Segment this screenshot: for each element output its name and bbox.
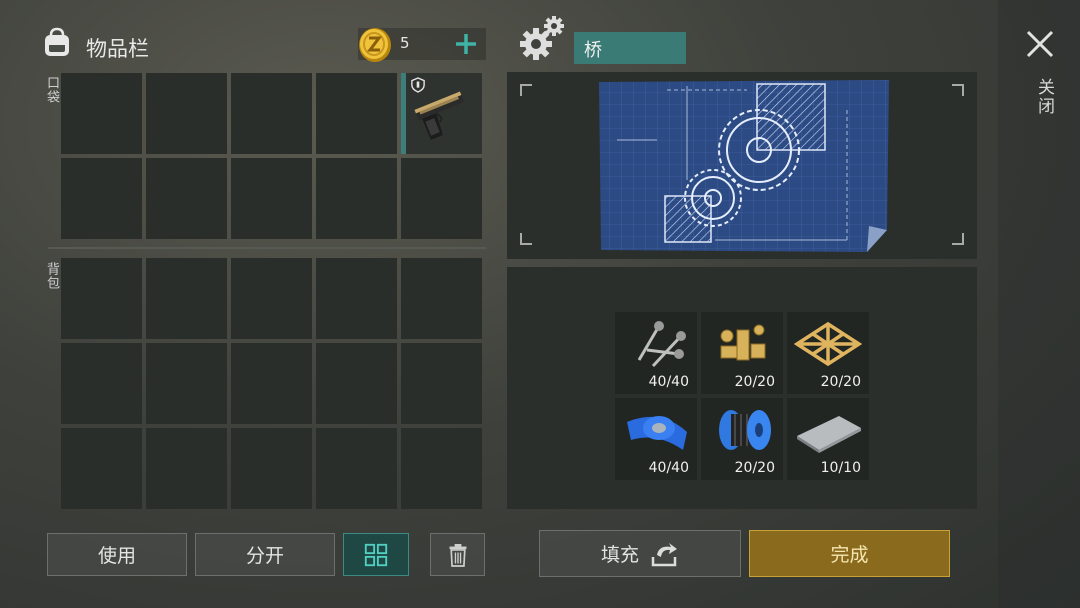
backpack-slot[interactable] bbox=[231, 428, 312, 509]
backpack-slot[interactable] bbox=[146, 258, 227, 339]
backpack-slot[interactable] bbox=[316, 428, 397, 509]
pocket-slot[interactable] bbox=[401, 158, 482, 239]
use-button-label: 使用 bbox=[97, 545, 136, 567]
ingredient-count: 40/40 bbox=[648, 460, 689, 476]
backpack-slot[interactable] bbox=[401, 343, 482, 424]
backpack-slot[interactable] bbox=[401, 428, 482, 509]
inventory-header: 物品栏 5 bbox=[38, 24, 486, 68]
gears-icon bbox=[520, 16, 564, 60]
complete-button[interactable]: 完成 bbox=[749, 530, 950, 577]
backpack-slot[interactable] bbox=[316, 343, 397, 424]
backpack-slot[interactable] bbox=[61, 428, 142, 509]
pocket-label: 口袋 bbox=[44, 76, 59, 104]
ingredient-count: 20/20 bbox=[820, 374, 861, 390]
pistol-icon bbox=[414, 91, 464, 140]
item-durability-bar bbox=[401, 73, 406, 154]
inventory-title: 物品栏 bbox=[86, 37, 149, 61]
blueprint-image bbox=[599, 80, 889, 252]
backpack-icon bbox=[45, 27, 69, 56]
backpack-slot[interactable] bbox=[61, 343, 142, 424]
pocket-slot[interactable] bbox=[146, 158, 227, 239]
ingredient-metal-plate[interactable]: 10/10 bbox=[787, 398, 869, 480]
pocket-slot[interactable] bbox=[61, 158, 142, 239]
pocket-slot[interactable] bbox=[61, 73, 142, 154]
ingredient-count: 20/20 bbox=[734, 374, 775, 390]
pocket-slot[interactable] bbox=[146, 73, 227, 154]
trash-button[interactable] bbox=[430, 533, 485, 576]
ingredient-screws[interactable]: 40/40 bbox=[615, 312, 697, 394]
coin-icon bbox=[359, 28, 391, 62]
ingredient-blue-tape[interactable]: 40/40 bbox=[615, 398, 697, 480]
add-coins-button[interactable] bbox=[450, 28, 482, 60]
pocket-slot-pistol[interactable] bbox=[401, 73, 482, 154]
coin-count: 5 bbox=[400, 34, 410, 52]
frame-corner bbox=[952, 233, 964, 245]
frame-corner bbox=[520, 233, 532, 245]
trash-icon bbox=[449, 543, 466, 567]
split-button-label: 分开 bbox=[245, 545, 284, 567]
backpack-slot[interactable] bbox=[146, 428, 227, 509]
complete-button-label: 完成 bbox=[830, 544, 869, 566]
ingredient-wire-spool[interactable]: 20/20 bbox=[701, 398, 783, 480]
ingredient-count: 40/40 bbox=[648, 374, 689, 390]
pocket-slot[interactable] bbox=[231, 158, 312, 239]
backpack-slot[interactable] bbox=[146, 343, 227, 424]
backpack-slot[interactable] bbox=[316, 258, 397, 339]
pocket-slot[interactable] bbox=[231, 73, 312, 154]
sort-button[interactable] bbox=[343, 533, 409, 576]
nuts-bolts-icon bbox=[720, 324, 766, 361]
backpack-slot[interactable] bbox=[61, 258, 142, 339]
backpack-grid bbox=[61, 258, 482, 509]
grid-sort-icon bbox=[364, 543, 388, 566]
craft-name-field[interactable]: 桥 bbox=[574, 32, 686, 64]
screws-icon bbox=[637, 321, 686, 368]
metal-plate-icon bbox=[797, 416, 861, 453]
pocket-slot[interactable] bbox=[316, 73, 397, 154]
pocket-grid bbox=[61, 73, 482, 239]
split-button[interactable]: 分开 bbox=[195, 533, 335, 576]
backpack-slot[interactable] bbox=[231, 343, 312, 424]
ingredient-count: 20/20 bbox=[734, 460, 775, 476]
ingredient-nuts-bolts[interactable]: 20/20 bbox=[701, 312, 783, 394]
ingredient-count: 10/10 bbox=[820, 460, 861, 476]
backpack-slot[interactable] bbox=[231, 258, 312, 339]
wire-spool-icon bbox=[719, 410, 771, 450]
pocket-slot[interactable] bbox=[316, 158, 397, 239]
wood-frame-icon bbox=[793, 321, 863, 367]
use-button[interactable]: 使用 bbox=[47, 533, 187, 576]
frame-corner bbox=[520, 84, 532, 96]
backpack-label: 背包 bbox=[44, 262, 59, 290]
close-icon[interactable] bbox=[1022, 26, 1058, 62]
ingredient-wood-frame[interactable]: 20/20 bbox=[787, 312, 869, 394]
close-label[interactable]: 关闭 bbox=[1032, 78, 1057, 116]
backpack-slot[interactable] bbox=[401, 258, 482, 339]
fill-button-label: 填充 bbox=[600, 544, 639, 566]
frame-corner bbox=[952, 84, 964, 96]
coin-counter: 5 bbox=[358, 28, 486, 62]
fill-icon bbox=[651, 542, 677, 566]
section-divider bbox=[48, 247, 486, 249]
ingredients-grid: 40/40 20/20 20/20 40/40 20/20 10/10 bbox=[615, 312, 869, 480]
fill-button[interactable]: 填充 bbox=[539, 530, 741, 577]
blue-tape-icon bbox=[627, 416, 687, 450]
